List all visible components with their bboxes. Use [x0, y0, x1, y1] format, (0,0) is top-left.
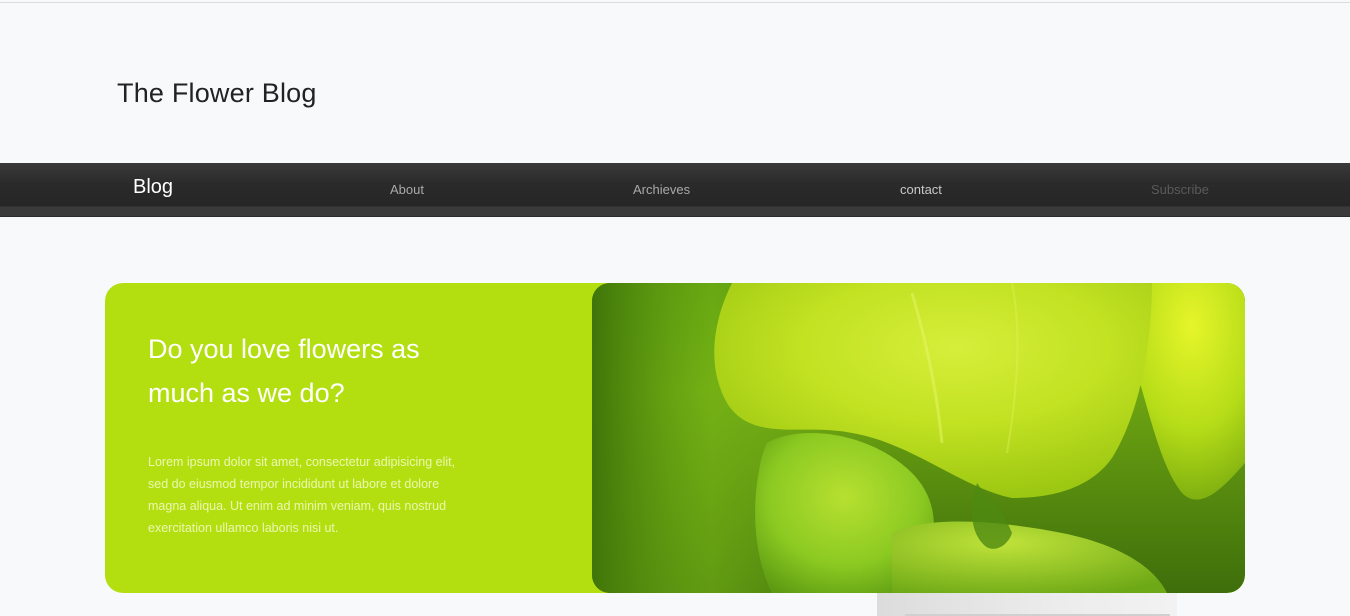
flower-photo-image: [592, 283, 1245, 593]
nav-link-about[interactable]: About: [390, 182, 424, 197]
hero-text-block: Do you love flowers as much as we do? Lo…: [148, 327, 488, 539]
hero-banner: Do you love flowers as much as we do? Lo…: [105, 283, 1245, 593]
flower-photo-icon: [592, 283, 1245, 593]
main-navbar: Blog About Archieves contact Subscribe: [0, 163, 1350, 217]
site-title: The Flower Blog: [117, 78, 317, 108]
nav-brand-blog[interactable]: Blog: [133, 176, 173, 199]
content-card-edge: [877, 593, 1177, 616]
nav-link-contact[interactable]: contact: [900, 182, 942, 197]
nav-link-subscribe[interactable]: Subscribe: [1151, 182, 1209, 197]
top-divider: [0, 2, 1350, 3]
nav-link-archieves[interactable]: Archieves: [633, 182, 690, 197]
hero-body-text: Lorem ipsum dolor sit amet, consectetur …: [148, 455, 456, 535]
hero-heading: Do you love flowers as much as we do?: [148, 334, 420, 408]
